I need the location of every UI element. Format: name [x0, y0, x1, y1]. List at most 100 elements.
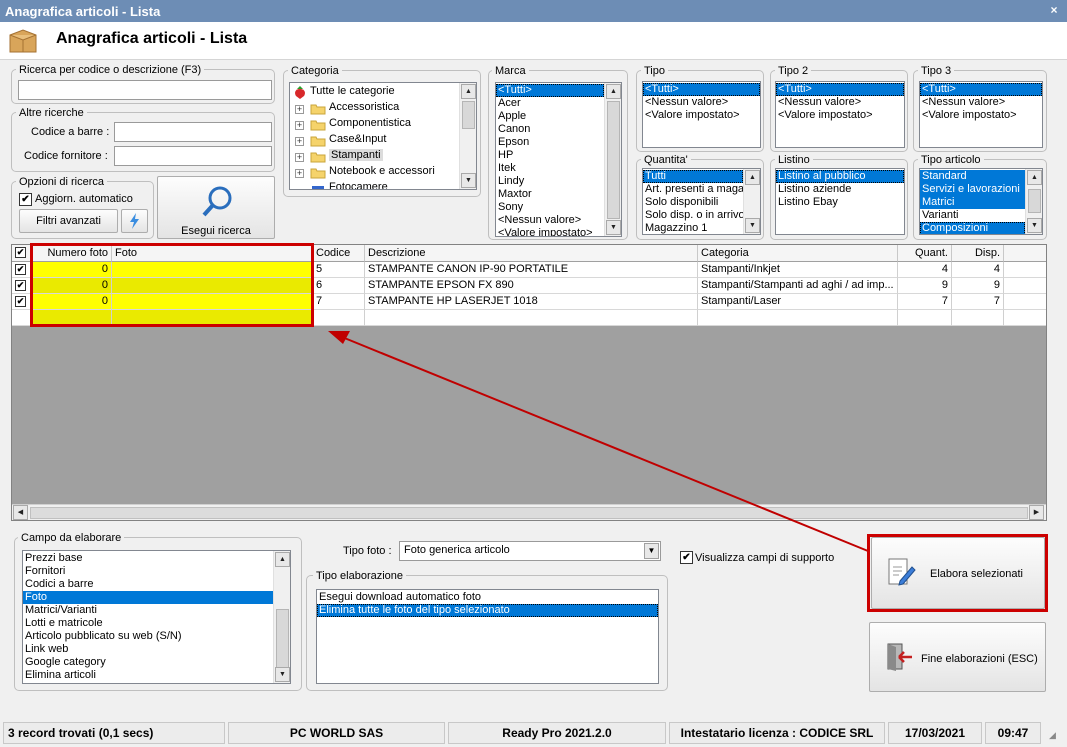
scroll-up-icon[interactable]: ▲: [275, 552, 290, 567]
grid-cell[interactable]: 0: [32, 278, 112, 294]
col-categoria[interactable]: Categoria: [698, 245, 898, 262]
list-item[interactable]: <Nessun valore>: [920, 96, 1042, 109]
list-item[interactable]: Acer: [496, 97, 604, 110]
row-select-cell[interactable]: ✔: [12, 262, 32, 278]
col-descrizione[interactable]: Descrizione: [365, 245, 698, 262]
list-item[interactable]: Magazzino 1: [643, 222, 743, 234]
scroll-down-icon[interactable]: ▼: [275, 667, 290, 682]
list-item[interactable]: Fornitori: [23, 565, 273, 578]
search-input[interactable]: [18, 80, 272, 100]
list-item[interactable]: Canon: [496, 123, 604, 136]
run-search-button[interactable]: Esegui ricerca: [157, 176, 275, 239]
tree-expander-icon[interactable]: +: [295, 121, 304, 130]
list-item[interactable]: <Nessun valore>: [496, 214, 604, 227]
grid-cell[interactable]: STAMPANTE CANON IP-90 PORTATILE: [365, 262, 698, 278]
tree-expander-icon[interactable]: +: [295, 153, 304, 162]
list-item[interactable]: Elimina articoli: [23, 669, 273, 682]
type2-list[interactable]: <Tutti> <Nessun valore> <Valore impostato>: [775, 81, 905, 148]
list-item[interactable]: Esegui download automatico foto: [317, 591, 658, 604]
supplier-code-input[interactable]: [114, 146, 272, 166]
process-selected-button[interactable]: Elabora selezionati: [871, 537, 1045, 609]
tree-expander-icon[interactable]: +: [295, 169, 304, 178]
grid-cell[interactable]: [112, 310, 313, 326]
list-item[interactable]: <Valore impostato>: [496, 227, 604, 236]
barcode-input[interactable]: [114, 122, 272, 142]
show-support-fields-checkbox[interactable]: ✔: [680, 551, 693, 564]
list-item[interactable]: Listino Ebay: [776, 196, 904, 209]
type3-list[interactable]: <Tutti> <Nessun valore> <Valore impostato>: [919, 81, 1043, 148]
list-item[interactable]: Codici a barre: [23, 578, 273, 591]
scroll-up-icon[interactable]: ▲: [1027, 170, 1042, 185]
list-item[interactable]: Link web: [23, 643, 273, 656]
field-list[interactable]: Prezzi base Fornitori Codici a barre Foto Ma…: [22, 550, 291, 684]
grid-cell[interactable]: 4: [898, 262, 952, 278]
grid-cell[interactable]: 6: [313, 278, 365, 294]
tree-item[interactable]: + Accessoristica: [290, 101, 460, 116]
grid-cell[interactable]: 4: [952, 262, 1004, 278]
row-checkbox[interactable]: ✔: [15, 296, 26, 307]
tree-item[interactable]: + Notebook e accessori: [290, 165, 460, 180]
list-item[interactable]: Maxtor: [496, 188, 604, 201]
list-item[interactable]: Tutti: [643, 170, 743, 183]
list-item[interactable]: <Tutti>: [496, 84, 604, 97]
list-item[interactable]: Solo disponibili: [643, 196, 743, 209]
row-checkbox[interactable]: ✔: [15, 264, 26, 275]
list-item[interactable]: Composizioni: [920, 222, 1025, 234]
scroll-thumb[interactable]: [462, 101, 475, 129]
list-item[interactable]: Listino al pubblico: [776, 170, 904, 183]
list-item[interactable]: <Nessun valore>: [643, 96, 760, 109]
list-item[interactable]: HP: [496, 149, 604, 162]
list-item[interactable]: <Valore impostato>: [776, 109, 904, 122]
brand-scrollbar[interactable]: ▲ ▼: [604, 83, 621, 236]
field-scrollbar[interactable]: ▲ ▼: [273, 551, 290, 683]
row-checkbox[interactable]: ✔: [15, 280, 26, 291]
article-type-scrollbar[interactable]: ▲ ▼: [1025, 169, 1042, 234]
grid-cell[interactable]: [112, 294, 313, 310]
grid-cell[interactable]: [1004, 262, 1046, 278]
list-item[interactable]: Itek: [496, 162, 604, 175]
resize-grip-icon[interactable]: ◢: [1049, 729, 1061, 741]
grid-cell[interactable]: [698, 310, 898, 326]
processing-type-list[interactable]: Esegui download automatico foto Elimina t…: [316, 589, 659, 684]
price-list-list[interactable]: Listino al pubblico Listino aziende Listin…: [775, 168, 905, 235]
list-item[interactable]: Varianti: [920, 209, 1025, 222]
category-tree[interactable]: Tutte le categorie + Accessoristica + Compo…: [289, 82, 477, 190]
list-item[interactable]: Epson: [496, 136, 604, 149]
list-item[interactable]: Apple: [496, 110, 604, 123]
scroll-thumb[interactable]: [1028, 189, 1041, 213]
lightning-button[interactable]: [121, 209, 148, 233]
tree-expander-icon[interactable]: +: [295, 105, 304, 114]
col-codice[interactable]: Codice: [313, 245, 365, 262]
col-disp[interactable]: Disp.: [952, 245, 1004, 262]
list-item[interactable]: Standard: [920, 170, 1025, 183]
scroll-thumb[interactable]: [276, 609, 289, 669]
grid-cell[interactable]: 0: [32, 294, 112, 310]
grid-cell[interactable]: 9: [898, 278, 952, 294]
list-item[interactable]: Solo disp. o in arrivo: [643, 209, 743, 222]
end-processing-button[interactable]: Fine elaborazioni (ESC): [869, 622, 1046, 692]
col-quant[interactable]: Quant.: [898, 245, 952, 262]
list-item[interactable]: Lotti e matricole: [23, 617, 273, 630]
grid-cell[interactable]: 7: [952, 294, 1004, 310]
scroll-down-icon[interactable]: ▼: [1027, 218, 1042, 233]
tree-item[interactable]: + Stampanti: [290, 149, 460, 164]
list-item[interactable]: <Valore impostato>: [643, 109, 760, 122]
grid-cell[interactable]: 9: [952, 278, 1004, 294]
col-numero-foto[interactable]: Numero foto: [32, 245, 112, 262]
tree-item[interactable]: + Componentistica: [290, 117, 460, 132]
select-all-checkbox[interactable]: ✔: [15, 247, 26, 258]
advanced-filters-button[interactable]: Filtri avanzati: [19, 209, 118, 233]
grid-cell[interactable]: Stampanti/Stampanti ad aghi / ad imp...: [698, 278, 898, 294]
row-select-cell[interactable]: ✔: [12, 278, 32, 294]
grid-cell[interactable]: 0: [32, 262, 112, 278]
list-item[interactable]: Lindy: [496, 175, 604, 188]
list-item[interactable]: Listino aziende: [776, 183, 904, 196]
brand-list[interactable]: <Tutti> Acer Apple Canon Epson HP Itek Lindy Max…: [495, 82, 622, 237]
scroll-down-icon[interactable]: ▼: [461, 173, 476, 188]
list-item[interactable]: Sony: [496, 201, 604, 214]
scroll-left-icon[interactable]: ◀: [13, 505, 28, 520]
grid-cell[interactable]: STAMPANTE HP LASERJET 1018: [365, 294, 698, 310]
auto-update-checkbox[interactable]: ✔: [19, 193, 32, 206]
grid-cell[interactable]: [1004, 278, 1046, 294]
articles-grid[interactable]: ✔ Numero foto Foto Codice Descrizione Ca…: [11, 244, 1047, 521]
